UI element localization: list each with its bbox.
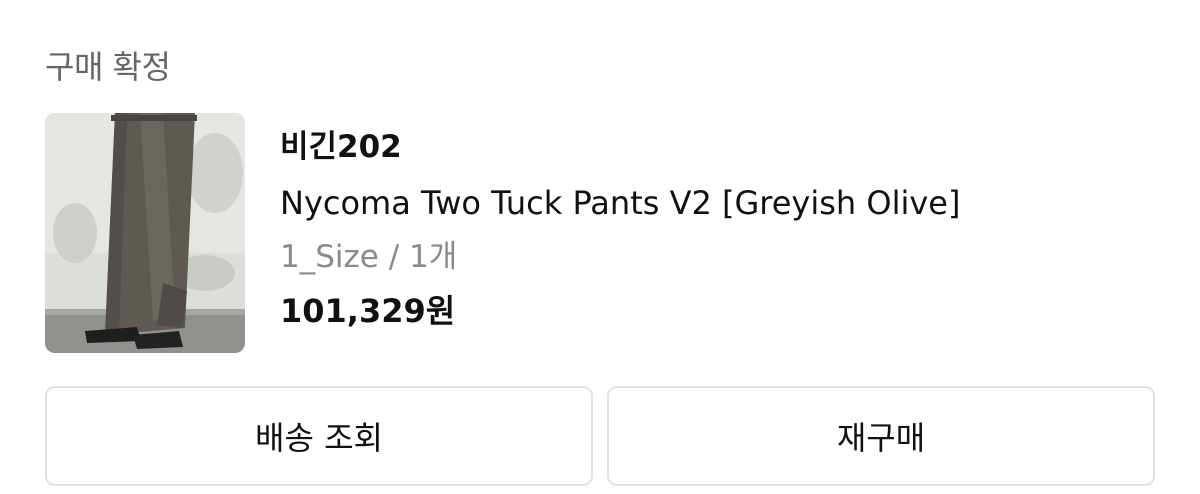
product-info: 비긴202 Nycoma Two Tuck Pants V2 [Greyish … bbox=[280, 113, 960, 333]
order-status: 구매 확정 bbox=[45, 48, 171, 86]
product-photo-image bbox=[45, 113, 245, 353]
action-buttons: 배송 조회 재구매 bbox=[45, 386, 1155, 486]
order-card: 구매 확정 비긴202 Nycoma Two Tuck Pants V2 [Gr… bbox=[0, 0, 1200, 494]
product-price: 101,329원 bbox=[280, 292, 456, 330]
track-shipping-button[interactable]: 배송 조회 bbox=[45, 386, 593, 486]
product-row[interactable]: 비긴202 Nycoma Two Tuck Pants V2 [Greyish … bbox=[45, 113, 960, 353]
brand-name[interactable]: 비긴202 bbox=[280, 127, 960, 167]
reorder-button[interactable]: 재구매 bbox=[607, 386, 1155, 486]
product-thumbnail[interactable] bbox=[45, 113, 245, 353]
product-option: 1_Size / 1개 bbox=[280, 239, 458, 275]
product-name[interactable]: Nycoma Two Tuck Pants V2 [Greyish Olive] bbox=[280, 181, 960, 225]
